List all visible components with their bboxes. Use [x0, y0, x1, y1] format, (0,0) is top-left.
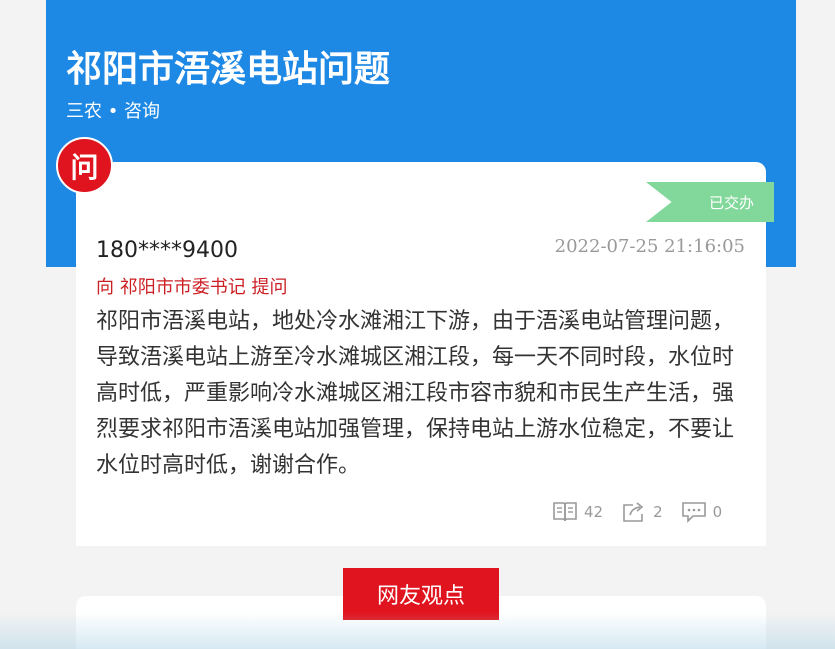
share-stat[interactable]: 2: [621, 500, 663, 524]
author-name: 180****9400: [96, 238, 238, 263]
stats-bar: 42 2 0: [552, 498, 722, 526]
page-title: 祁阳市浯溪电站问题: [66, 49, 391, 90]
comments-count: 0: [712, 503, 723, 521]
comment-icon: [681, 502, 706, 523]
question-content: 祁阳市浯溪电站，地处冷水滩湘江下游，由于浯溪电站管理问题，导致浯溪电站上游至冷水…: [96, 309, 735, 478]
addressee-line[interactable]: 向 祁阳市市委书记 提问: [96, 273, 287, 299]
views-count: 42: [584, 503, 604, 521]
opinion-tab[interactable]: 网友观点: [343, 568, 499, 620]
post-datetime: 2022-07-25 21:16:05: [554, 236, 745, 257]
book-icon: [553, 502, 577, 522]
share-icon: [623, 502, 644, 522]
views-stat[interactable]: 42: [552, 500, 603, 524]
shares-count: 2: [653, 503, 663, 521]
category-label: 三农 • 咨询: [66, 101, 161, 122]
comment-stat[interactable]: 0: [681, 500, 723, 524]
page: 祁阳市浯溪电站问题 三农 • 咨询 问 已交办 180****9400 2022…: [0, 0, 835, 649]
question-badge: 问: [56, 137, 113, 194]
